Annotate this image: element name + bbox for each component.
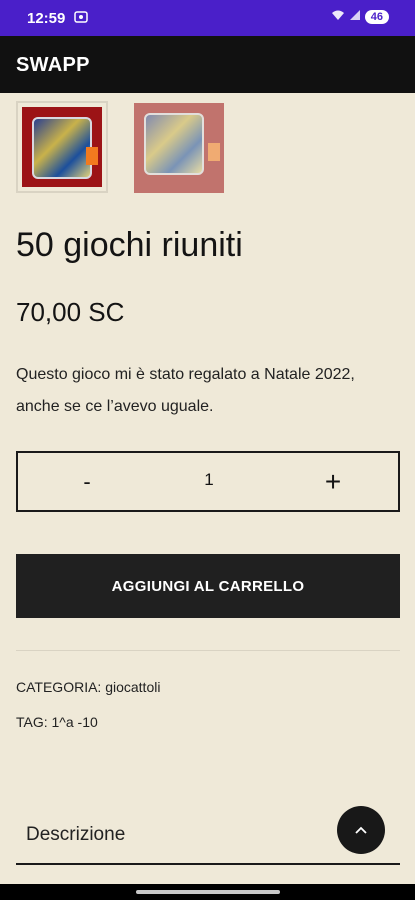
quantity-value[interactable]: 1 (194, 470, 224, 490)
product-price: 70,00 SC (16, 297, 125, 327)
quantity-decrease-button[interactable]: - (72, 467, 102, 497)
screen-record-icon (74, 11, 88, 26)
product-image (22, 107, 102, 187)
app-bar: SWAPP (0, 36, 415, 93)
wifi-icon (331, 9, 345, 24)
scroll-to-top-button[interactable] (337, 806, 385, 854)
app-title: SWAPP (16, 54, 90, 76)
product-description: Questo gioco mi è stato regalato a Natal… (16, 366, 355, 415)
product-thumbnail-2[interactable] (134, 103, 224, 193)
chevron-up-icon (354, 823, 368, 838)
quantity-increase-button[interactable]: + (316, 465, 350, 499)
home-gesture-handle[interactable] (136, 890, 280, 894)
product-tag: TAG: 1^a -10 (16, 714, 98, 730)
status-bar: 12:59 46 (0, 0, 415, 36)
signal-icon (349, 9, 361, 24)
add-to-cart-button[interactable]: AGGIUNGI AL CARRELLO (16, 554, 400, 618)
product-thumbnail-1[interactable] (16, 101, 108, 193)
navigation-bar (0, 884, 415, 900)
tab-underline (16, 863, 400, 865)
product-title: 50 giochi riuniti (16, 226, 243, 264)
status-time: 12:59 (27, 10, 66, 27)
divider (16, 650, 400, 651)
quantity-stepper: - 1 + (16, 451, 400, 512)
product-image (134, 103, 224, 193)
battery-indicator: 46 (364, 9, 389, 24)
product-category: CATEGORIA: giocattoli (16, 679, 161, 695)
tab-description[interactable]: Descrizione (26, 824, 125, 846)
